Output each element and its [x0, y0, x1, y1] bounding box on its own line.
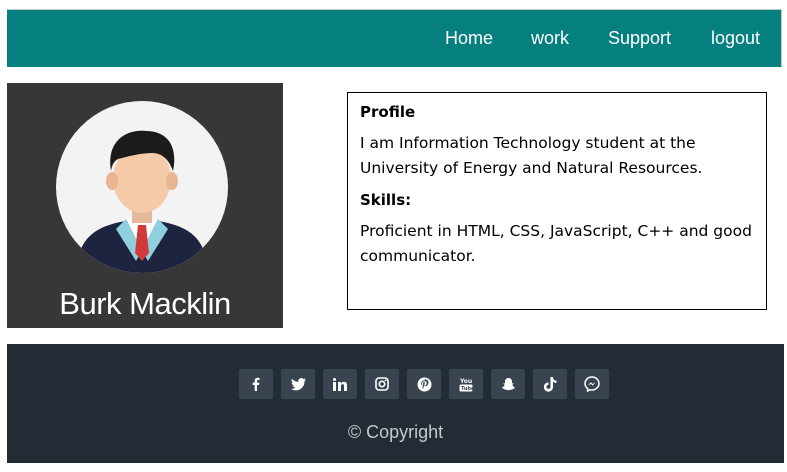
info-box: Profile I am Information Technology stud…: [347, 92, 767, 310]
profile-card: Burk Macklin: [7, 83, 283, 328]
messenger-link[interactable]: [575, 369, 609, 399]
copyright-text: © Copyright: [347, 422, 444, 442]
linkedin-icon: [333, 377, 347, 391]
avatar: [56, 101, 228, 273]
nav-link-work[interactable]: work: [531, 28, 569, 49]
profile-name: Burk Macklin: [59, 286, 231, 321]
tiktok-icon: [543, 376, 556, 392]
linkedin-link[interactable]: [323, 369, 357, 399]
pinterest-link[interactable]: [407, 369, 441, 399]
facebook-link[interactable]: [239, 369, 273, 399]
nav-link-home[interactable]: Home: [445, 28, 493, 49]
instagram-icon: [375, 377, 389, 391]
skills-description: Proficient in HTML, CSS, JavaScript, C++…: [360, 222, 752, 265]
footer: You Tube © Copyright: [7, 344, 784, 463]
svg-text:Tube: Tube: [461, 386, 473, 392]
person-avatar-icon: [76, 130, 208, 273]
pinterest-icon: [417, 377, 431, 391]
facebook-icon: [252, 377, 260, 391]
svg-text:You: You: [459, 378, 472, 385]
messenger-icon: [584, 376, 600, 392]
snapchat-link[interactable]: [491, 369, 525, 399]
youtube-link[interactable]: You Tube: [449, 369, 483, 399]
nav-link-support[interactable]: Support: [608, 28, 671, 49]
snapchat-icon: [501, 377, 515, 390]
youtube-icon: YouTube: [459, 378, 473, 392]
skills-heading: Skills:: [360, 191, 412, 209]
twitter-icon: [290, 377, 306, 390]
top-navbar: Home work Support logout: [7, 9, 782, 67]
nav-link-logout[interactable]: logout: [711, 28, 760, 49]
instagram-link[interactable]: [365, 369, 399, 399]
tiktok-link[interactable]: [533, 369, 567, 399]
social-links: You Tube: [239, 369, 609, 399]
profile-heading: Profile: [360, 103, 416, 121]
profile-description: I am Information Technology student at t…: [360, 134, 703, 177]
twitter-link[interactable]: [281, 369, 315, 399]
